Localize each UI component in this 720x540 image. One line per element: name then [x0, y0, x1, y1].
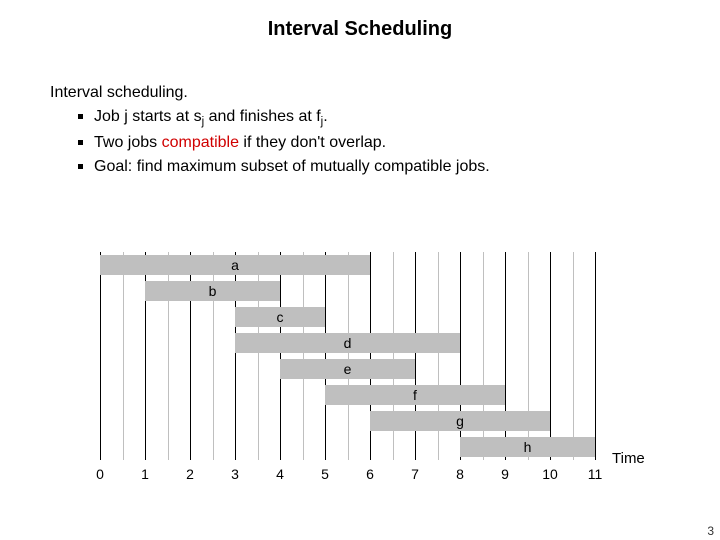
interval-row: b [100, 278, 595, 304]
interval-bar-g: g [370, 411, 550, 431]
bullet-2: Two jobs compatible if they don't overla… [78, 132, 670, 154]
interval-row: g [100, 408, 595, 434]
tick-label: 6 [366, 466, 374, 482]
body-text: Interval scheduling. Job j starts at sj … [50, 82, 670, 180]
interval-chart: 01234567891011abcdefgh [100, 252, 595, 482]
tick-label: 3 [231, 466, 239, 482]
page-number: 3 [707, 524, 714, 538]
interval-row: c [100, 304, 595, 330]
tick-label: 11 [588, 466, 603, 482]
interval-bar-a: a [100, 255, 370, 275]
interval-row: d [100, 330, 595, 356]
tick-label: 9 [501, 466, 509, 482]
tick-label: 5 [321, 466, 329, 482]
interval-bar-d: d [235, 333, 460, 353]
interval-bar-label: f [413, 387, 417, 403]
interval-bar-e: e [280, 359, 415, 379]
tick-label: 4 [276, 466, 284, 482]
tick-label: 0 [96, 466, 104, 482]
axis-label-time: Time [612, 450, 645, 467]
page-title: Interval Scheduling [0, 18, 720, 41]
interval-row: e [100, 356, 595, 382]
interval-bar-label: b [209, 283, 217, 299]
grid-line [595, 252, 596, 460]
tick-label: 8 [456, 466, 464, 482]
interval-bar-label: d [344, 335, 352, 351]
interval-bar-label: a [231, 257, 239, 273]
interval-bar-b: b [145, 281, 280, 301]
interval-bar-label: h [524, 439, 532, 455]
bullet-3: Goal: find maximum subset of mutually co… [78, 156, 670, 178]
interval-bar-f: f [325, 385, 505, 405]
interval-row: a [100, 252, 595, 278]
interval-row: h [100, 434, 595, 460]
bullet-1: Job j starts at sj and finishes at fj. [78, 106, 670, 131]
interval-bar-label: g [456, 413, 464, 429]
interval-row: f [100, 382, 595, 408]
tick-label: 7 [411, 466, 419, 482]
lead-line: Interval scheduling. [50, 82, 670, 104]
tick-label: 1 [141, 466, 149, 482]
interval-bar-label: e [344, 361, 352, 377]
interval-bar-label: c [277, 309, 284, 325]
tick-label: 2 [186, 466, 194, 482]
interval-bar-c: c [235, 307, 325, 327]
interval-bar-h: h [460, 437, 595, 457]
tick-label: 10 [542, 466, 558, 482]
